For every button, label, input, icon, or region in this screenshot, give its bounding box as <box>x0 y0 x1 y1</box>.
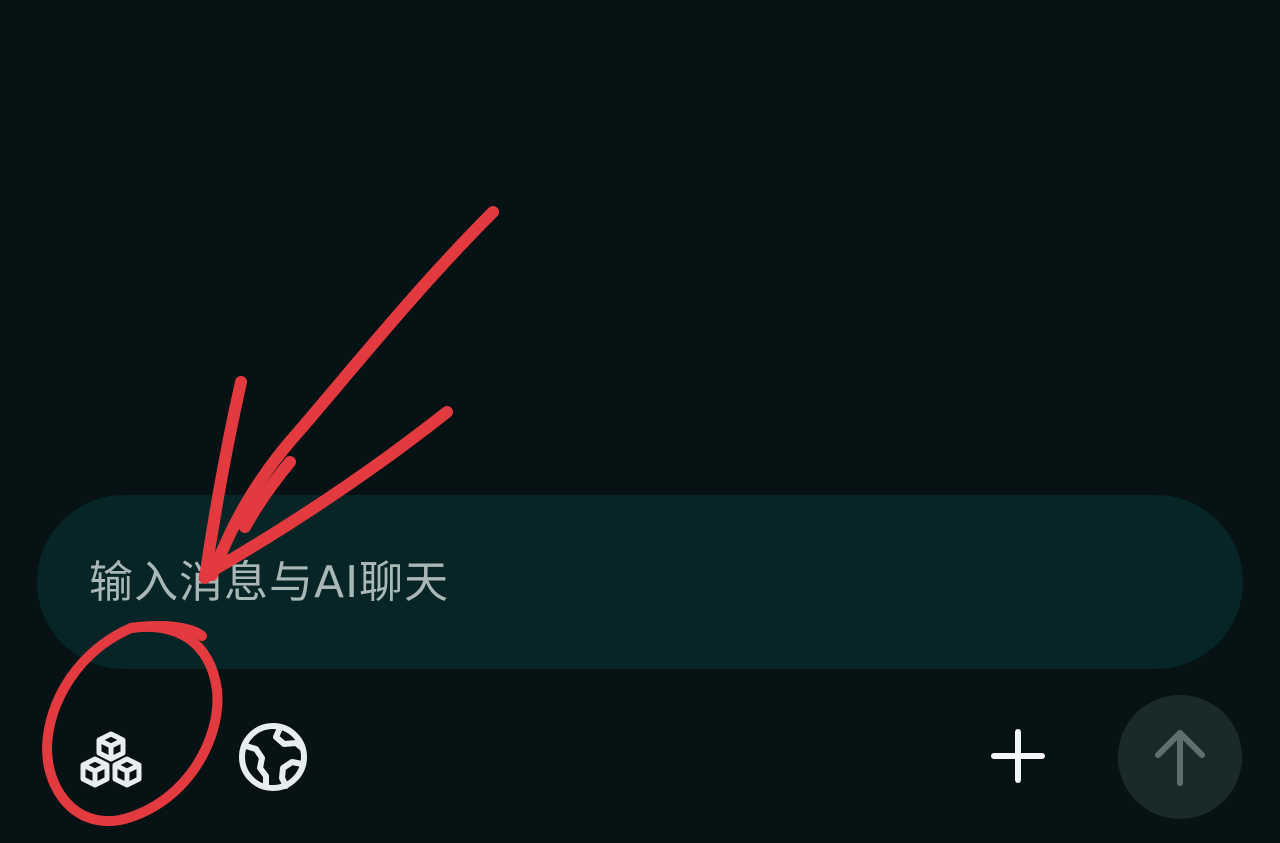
cubes-icon <box>80 731 142 788</box>
red-annotation-arrow <box>199 206 499 584</box>
tools-button[interactable] <box>74 722 148 796</box>
globe-icon <box>239 723 307 791</box>
web-search-button[interactable] <box>234 718 312 796</box>
message-input-placeholder: 输入消息与AI聊天 <box>89 557 450 608</box>
red-annotation-circle <box>42 621 223 827</box>
message-input[interactable]: 输入消息与AI聊天 <box>37 495 1243 669</box>
plus-icon <box>991 729 1045 783</box>
send-button[interactable] <box>1118 695 1242 819</box>
arrow-up-icon <box>1155 730 1205 786</box>
add-button[interactable] <box>984 722 1052 790</box>
chat-screen: 输入消息与AI聊天 <box>0 0 1280 843</box>
